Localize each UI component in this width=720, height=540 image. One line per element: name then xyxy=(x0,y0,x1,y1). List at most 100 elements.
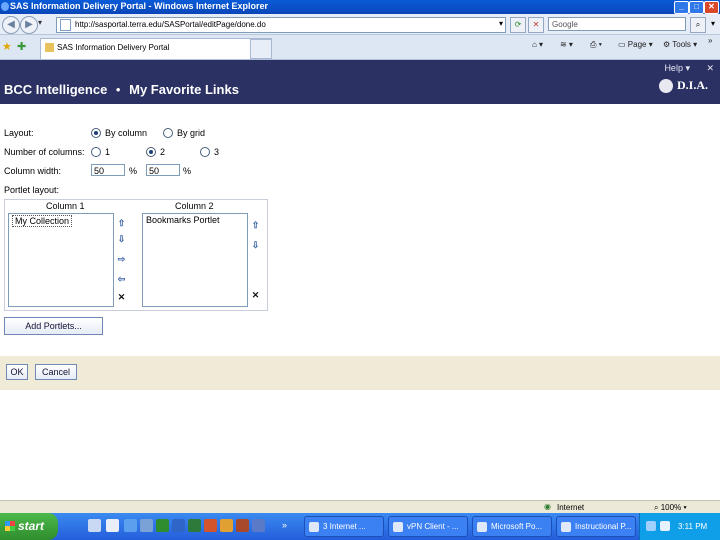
word-icon[interactable] xyxy=(172,519,185,532)
columns-2-radio[interactable] xyxy=(146,147,156,157)
page-menu-label: Page xyxy=(627,40,647,49)
move-left-icon[interactable]: ⇦ xyxy=(117,275,126,284)
move-down-icon[interactable]: ⇩ xyxy=(251,241,260,250)
help-menu-arrow: ▾ xyxy=(685,63,690,73)
logo-text: D.I.A. xyxy=(676,78,708,92)
quicklaunch-app-icon[interactable] xyxy=(140,519,153,532)
tray-network-icon[interactable] xyxy=(646,521,656,531)
portal-title: BCC Intelligence • My Favorite Links xyxy=(4,82,239,97)
task-microsoft-powerpoint[interactable]: Microsoft Po... xyxy=(472,516,552,537)
task-vpn-client[interactable]: vPN Client - ... xyxy=(388,516,468,537)
task-instructional[interactable]: Instructional P... xyxy=(556,516,636,537)
portlet-layout-label: Portlet layout: xyxy=(4,185,60,195)
forward-button[interactable]: ▶ xyxy=(20,16,38,34)
zoom-level[interactable]: ⌕ 100% ▾ xyxy=(654,503,687,513)
columns-1-radio[interactable] xyxy=(91,147,101,157)
ok-button[interactable]: OK xyxy=(6,364,28,380)
history-dropdown-icon[interactable]: ▾ xyxy=(38,18,42,27)
minimize-button[interactable]: _ xyxy=(674,1,689,14)
close-portal-icon[interactable]: ✕ xyxy=(706,63,714,74)
columns-2-label: 2 xyxy=(160,147,166,157)
address-text: http://sasportal.terra.edu/SASPortal/edi… xyxy=(75,20,266,29)
favorites-star-icon[interactable]: ★ xyxy=(2,40,12,53)
quicklaunch-app-icon[interactable] xyxy=(236,519,249,532)
layout-label: Layout: xyxy=(4,128,34,138)
columns-1-label: 1 xyxy=(105,147,111,157)
feeds-icon[interactable]: ≋ ▾ xyxy=(560,40,573,49)
internet-explorer-icon xyxy=(1,2,9,11)
ie-quicklaunch-icon[interactable] xyxy=(124,519,137,532)
search-input[interactable]: Google xyxy=(548,17,686,31)
column-1-header: Column 1 xyxy=(46,201,85,211)
new-tab-button[interactable] xyxy=(250,39,272,59)
tray-volume-icon[interactable] xyxy=(660,521,670,531)
dia-logo: D.I.A. xyxy=(658,78,708,94)
search-icon[interactable]: ⌕ xyxy=(690,17,706,33)
search-options-icon[interactable]: ▾ xyxy=(706,17,720,31)
move-down-icon[interactable]: ⇩ xyxy=(117,235,126,244)
tools-menu-label: Tools xyxy=(672,40,691,49)
page-title: My Favorite Links xyxy=(129,82,239,97)
column-2-portlet-list[interactable]: Bookmarks Portlet xyxy=(142,213,248,307)
back-button[interactable]: ◀ xyxy=(2,16,20,34)
move-right-icon[interactable]: ⇨ xyxy=(117,255,126,264)
quicklaunch-app-icon[interactable] xyxy=(156,519,169,532)
list-item[interactable]: My Collection xyxy=(12,215,73,227)
stop-icon[interactable]: ✕ xyxy=(528,17,544,33)
columns-3-radio[interactable] xyxy=(200,147,210,157)
home-icon[interactable]: ⌂ ▾ xyxy=(532,40,543,49)
zoom-icon: ⌕ xyxy=(654,503,659,512)
clock[interactable]: 3:11 PM xyxy=(678,522,707,531)
tools-menu[interactable]: ⚙ Tools ▾ xyxy=(663,40,697,49)
percent-symbol: % xyxy=(183,166,192,176)
app-name: BCC Intelligence xyxy=(4,82,108,97)
internet-zone-icon: ◉ xyxy=(544,502,551,511)
window-title-bar: SAS Information Delivery Portal - Window… xyxy=(0,0,720,14)
column-1-width-input[interactable]: 50 xyxy=(91,164,125,176)
page-icon xyxy=(60,19,71,31)
remove-x-icon[interactable]: ✕ xyxy=(117,293,126,302)
quicklaunch-overflow-chevron[interactable]: » xyxy=(282,520,287,530)
column-2-width-input[interactable]: 50 xyxy=(146,164,180,176)
add-favorite-icon[interactable]: ✚ xyxy=(17,40,26,53)
page-icon: ▭ xyxy=(618,40,626,49)
address-dropdown-icon[interactable]: ▾ xyxy=(494,17,508,31)
width-label: Column width: xyxy=(4,166,62,176)
list-item[interactable]: Bookmarks Portlet xyxy=(146,215,220,225)
layout-by-grid-radio[interactable] xyxy=(163,128,173,138)
refresh-icon[interactable]: ⟳ xyxy=(510,17,526,33)
explorer-icon[interactable] xyxy=(106,519,119,532)
address-bar[interactable]: http://sasportal.terra.edu/SASPortal/edi… xyxy=(56,17,506,33)
close-window-button[interactable]: ✕ xyxy=(704,1,719,14)
portal-header: Help ▾ ✕ BCC Intelligence • My Favorite … xyxy=(0,60,720,104)
tab-sas-portal[interactable]: SAS Information Delivery Portal xyxy=(40,38,272,59)
powerpoint-icon[interactable] xyxy=(204,519,217,532)
maximize-button[interactable]: □ xyxy=(689,1,704,14)
start-button[interactable]: start xyxy=(0,513,58,540)
columns-label: Number of columns: xyxy=(4,147,85,157)
toolbar-overflow-chevron[interactable]: » xyxy=(708,36,712,45)
help-link[interactable]: Help ▾ xyxy=(664,63,690,74)
excel-icon[interactable] xyxy=(188,519,201,532)
remove-x-icon[interactable]: ✕ xyxy=(251,291,260,300)
page-menu[interactable]: ▭ Page ▾ xyxy=(618,40,653,49)
add-portlets-button[interactable]: Add Portlets... xyxy=(4,317,103,335)
layout-by-column-label: By column xyxy=(105,128,148,138)
tools-gear-icon: ⚙ xyxy=(663,40,671,49)
taskbar: start » 3 Internet ... vPN Client - ... … xyxy=(0,513,720,540)
move-up-icon[interactable]: ⇧ xyxy=(117,219,126,228)
quicklaunch-app-icon[interactable] xyxy=(220,519,233,532)
sas-favicon xyxy=(45,43,54,53)
column-1-portlet-list[interactable]: My Collection xyxy=(8,213,114,307)
layout-by-grid-label: By grid xyxy=(177,128,206,138)
show-desktop-icon[interactable] xyxy=(88,519,101,532)
task-internet-explorer[interactable]: 3 Internet ... xyxy=(304,516,384,537)
cancel-button[interactable]: Cancel xyxy=(35,364,77,380)
layout-by-column-radio[interactable] xyxy=(91,128,101,138)
title-separator: • xyxy=(115,82,121,97)
help-label: Help xyxy=(664,63,683,73)
print-icon[interactable]: ⎙ ▾ xyxy=(590,40,602,50)
quicklaunch-app-icon[interactable] xyxy=(252,519,265,532)
move-up-icon[interactable]: ⇧ xyxy=(251,221,260,230)
tab-label: SAS Information Delivery Portal xyxy=(57,43,170,52)
